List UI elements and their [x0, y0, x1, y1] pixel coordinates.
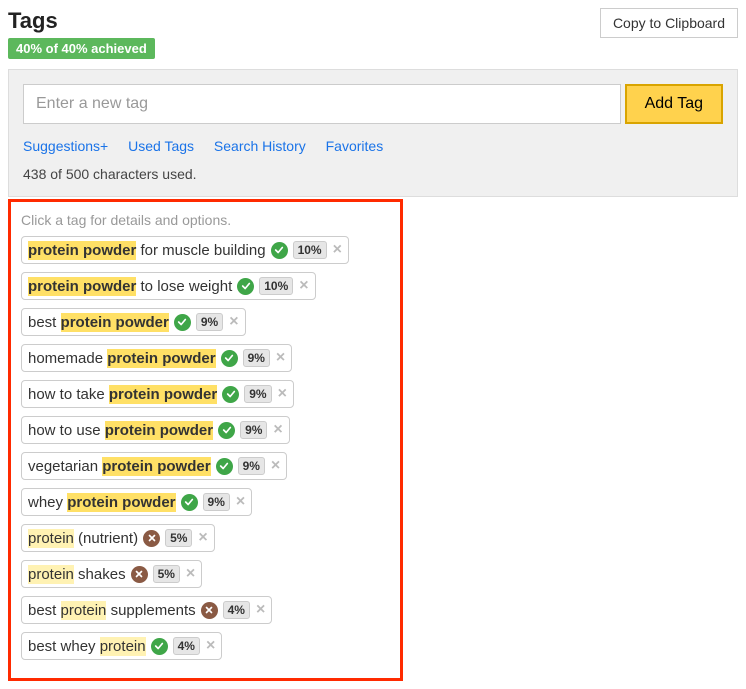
search-history-link[interactable]: Search History — [214, 138, 306, 154]
tag-pill[interactable]: protein powder for muscle building 10% × — [21, 236, 349, 264]
tags-list: Click a tag for details and options. pro… — [8, 199, 403, 681]
add-tag-button[interactable]: Add Tag — [625, 84, 723, 124]
tag-pill[interactable]: best protein powder 9% × — [21, 308, 246, 336]
tag-input-panel: Add Tag Suggestions+ Used Tags Search Hi… — [8, 69, 738, 197]
tag-pill[interactable]: vegetarian protein powder 9% × — [21, 452, 287, 480]
tags-hint: Click a tag for details and options. — [21, 212, 390, 228]
char-count: 438 of 500 characters used. — [23, 166, 723, 182]
tag-text: protein powder for muscle building — [28, 242, 266, 259]
check-icon — [181, 494, 198, 511]
tag-pill[interactable]: best protein supplements 4% × — [21, 596, 272, 624]
tag-text: protein (nutrient) — [28, 530, 138, 547]
suggestions-link[interactable]: Suggestions+ — [23, 138, 108, 154]
tag-pill[interactable]: protein shakes 5% × — [21, 560, 202, 588]
tag-pill[interactable]: how to take protein powder 9% × — [21, 380, 294, 408]
tag-text: best protein powder — [28, 314, 169, 331]
tag-text: protein powder to lose weight — [28, 278, 232, 295]
remove-tag-icon[interactable]: × — [256, 602, 265, 618]
remove-tag-icon[interactable]: × — [276, 350, 285, 366]
tag-percentage: 10% — [259, 277, 293, 295]
tag-text: whey protein powder — [28, 494, 176, 511]
remove-tag-icon[interactable]: × — [271, 458, 280, 474]
check-icon — [271, 242, 288, 259]
check-icon — [174, 314, 191, 331]
favorites-link[interactable]: Favorites — [326, 138, 384, 154]
new-tag-input[interactable] — [23, 84, 621, 124]
copy-to-clipboard-button[interactable]: Copy to Clipboard — [600, 8, 738, 38]
remove-tag-icon[interactable]: × — [236, 494, 245, 510]
remove-tag-icon[interactable]: × — [278, 386, 287, 402]
tag-pill[interactable]: homemade protein powder 9% × — [21, 344, 292, 372]
tag-percentage: 5% — [165, 529, 192, 547]
tag-text: best protein supplements — [28, 602, 196, 619]
tag-percentage: 10% — [293, 241, 327, 259]
tag-percentage: 9% — [243, 349, 270, 367]
cross-icon — [131, 566, 148, 583]
tag-percentage: 9% — [238, 457, 265, 475]
achieved-badge: 40% of 40% achieved — [8, 38, 155, 59]
tag-percentage: 9% — [203, 493, 230, 511]
cross-icon — [201, 602, 218, 619]
tag-pill[interactable]: whey protein powder 9% × — [21, 488, 252, 516]
tag-pill[interactable]: protein (nutrient) 5% × — [21, 524, 215, 552]
remove-tag-icon[interactable]: × — [299, 278, 308, 294]
tag-text: how to use protein powder — [28, 422, 213, 439]
tag-percentage: 4% — [173, 637, 200, 655]
tag-percentage: 9% — [240, 421, 267, 439]
tag-percentage: 9% — [244, 385, 271, 403]
tag-text: vegetarian protein powder — [28, 458, 211, 475]
remove-tag-icon[interactable]: × — [273, 422, 282, 438]
tag-text: homemade protein powder — [28, 350, 216, 367]
check-icon — [151, 638, 168, 655]
remove-tag-icon[interactable]: × — [229, 314, 238, 330]
tag-pill[interactable]: best whey protein 4% × — [21, 632, 222, 660]
check-icon — [216, 458, 233, 475]
tag-percentage: 5% — [153, 565, 180, 583]
page-title: Tags — [8, 8, 155, 34]
tag-text: protein shakes — [28, 566, 126, 583]
tag-pill[interactable]: protein powder to lose weight 10% × — [21, 272, 316, 300]
remove-tag-icon[interactable]: × — [333, 242, 342, 258]
tag-pill[interactable]: how to use protein powder 9% × — [21, 416, 290, 444]
check-icon — [221, 350, 238, 367]
check-icon — [237, 278, 254, 295]
remove-tag-icon[interactable]: × — [186, 566, 195, 582]
remove-tag-icon[interactable]: × — [206, 638, 215, 654]
tag-percentage: 4% — [223, 601, 250, 619]
tag-text: best whey protein — [28, 638, 146, 655]
check-icon — [218, 422, 235, 439]
tag-text: how to take protein powder — [28, 386, 217, 403]
used-tags-link[interactable]: Used Tags — [128, 138, 194, 154]
check-icon — [222, 386, 239, 403]
cross-icon — [143, 530, 160, 547]
tag-percentage: 9% — [196, 313, 223, 331]
remove-tag-icon[interactable]: × — [198, 530, 207, 546]
